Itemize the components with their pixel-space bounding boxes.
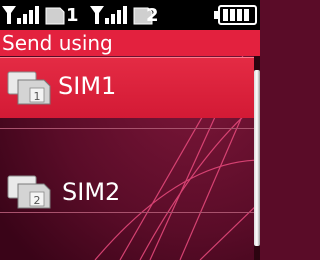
scrollbar[interactable] <box>254 56 260 260</box>
sim2-indicator-number: 2 <box>146 5 159 26</box>
signal-bars-icon <box>90 6 127 24</box>
option-sim2[interactable]: 2 SIM2 <box>0 160 254 216</box>
list-divider <box>0 128 254 129</box>
option-label: SIM1 <box>58 72 117 100</box>
sim-card-icon <box>45 7 65 25</box>
scrollbar-thumb[interactable] <box>254 70 260 246</box>
battery-full-icon <box>214 5 257 25</box>
sim-icon-number: 2 <box>34 194 41 207</box>
sim-icon-number: 1 <box>34 90 41 103</box>
sim1-indicator-number: 1 <box>66 5 79 26</box>
status-bar: 1 2 <box>0 0 260 30</box>
option-sim1[interactable]: 1 SIM1 <box>0 57 254 118</box>
sim-card-2-icon: 2 <box>7 175 51 209</box>
page-header: Send using <box>0 30 260 56</box>
option-label: SIM2 <box>62 178 121 206</box>
sim-card-1-icon: 1 <box>7 71 51 105</box>
signal-bars-icon <box>2 6 39 24</box>
page-title: Send using <box>2 31 113 55</box>
